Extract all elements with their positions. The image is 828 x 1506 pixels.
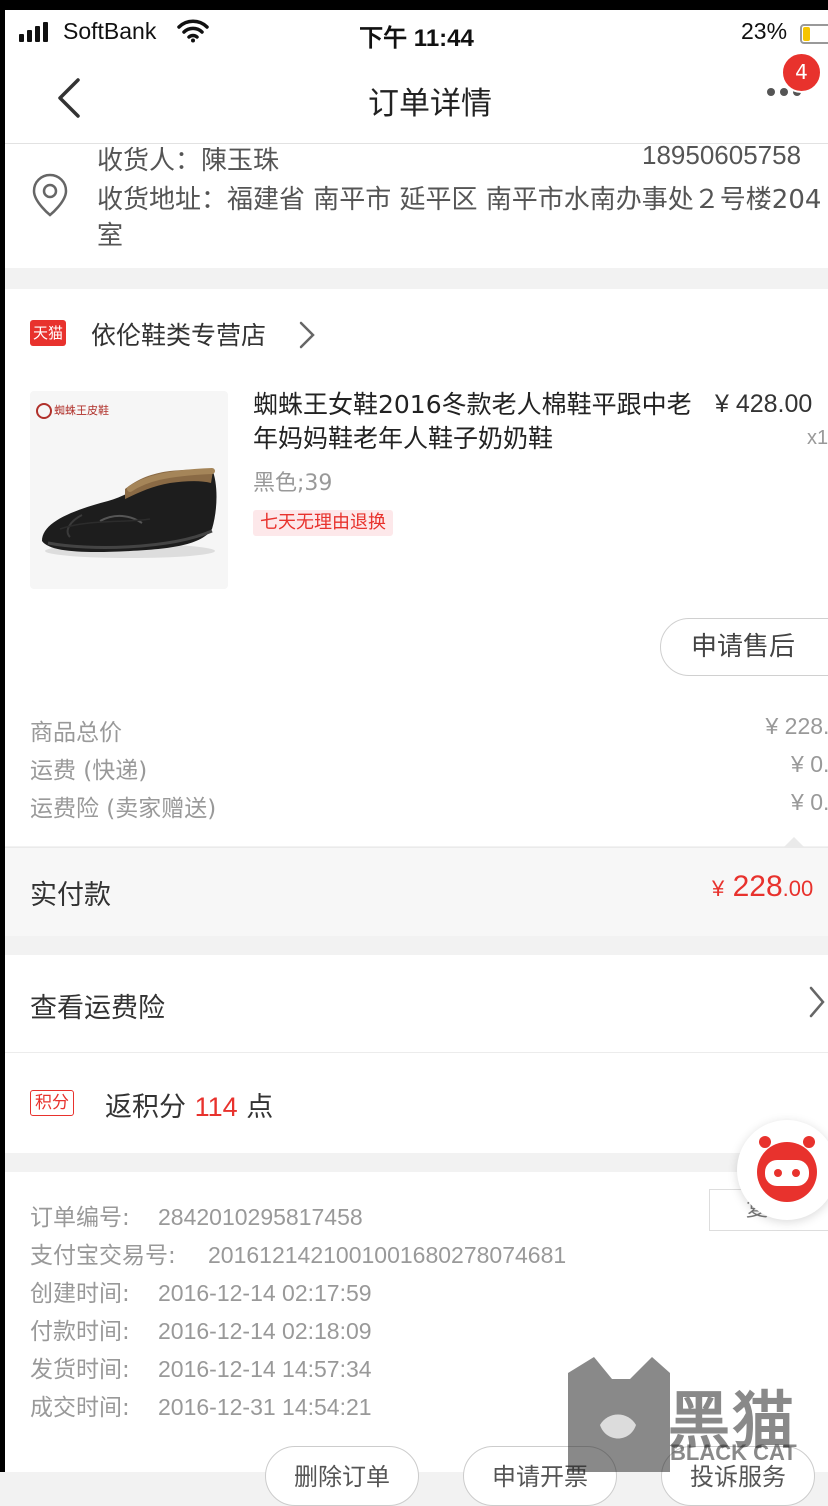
paid-amount: ¥ 228.00 [712,870,813,904]
points-text: 返积分 114 点 [105,1085,273,1124]
shipping-insurance-row[interactable]: 查看运费险 [5,955,828,1053]
tmall-icon: 天猫 [30,320,66,346]
points-badge: 积分 [30,1090,74,1116]
page-title: 订单详情 [368,86,492,122]
product-sku: 黑色;39 [253,471,333,496]
paid-amount-row: 实付款 ¥ 228.00 [5,847,828,936]
info-value: 2016-12-14 02:18:09 [158,1318,372,1344]
points-suffix: 点 [246,1092,274,1123]
after-sale-button[interactable]: 申请售后 [660,618,828,676]
info-value: 2842010295817458 [158,1204,363,1230]
return-policy-tag: 七天无理由退换 [253,510,393,536]
fee-value: ¥ 0.00 [791,789,828,815]
info-value: 2016-12-14 14:57:34 [158,1356,372,1382]
chevron-right-icon[interactable] [298,320,316,354]
paid-currency: ¥ [712,876,725,901]
status-bar: SoftBank 下午 11:44 23% [5,10,828,54]
info-value: 2016-12-14 02:17:59 [158,1280,372,1306]
info-row-order-number: 订单编号: 2842010295817458 [30,1198,730,1232]
paid-amount-integer: 228 [732,870,783,903]
caret-up-icon [784,837,804,847]
fee-value: ¥ 228.00 [765,713,828,739]
fee-label: 运费险 (卖家赠送) [30,796,217,822]
product-title[interactable]: 蜘蛛王女鞋2016冬款老人棉鞋平跟中老年妈妈鞋老年人鞋子奶奶鞋 [253,388,709,456]
screen-left-edge [0,0,5,1472]
chevron-right-icon [808,985,826,1023]
assistant-robot-icon [757,1136,817,1202]
battery-icon [800,24,828,44]
info-row-paid: 付款时间: 2016-12-14 02:18:09 [30,1312,730,1346]
info-label: 付款时间: [30,1319,130,1345]
location-pin-icon [31,172,69,222]
points-prefix: 返积分 [105,1092,186,1123]
cat-logo-icon [568,1357,670,1472]
fee-label: 运费 (快递) [30,758,148,784]
clock: 下午 11:44 [359,25,474,52]
fee-value: ¥ 0.00 [791,751,828,777]
screen-top-edge [0,0,828,10]
shoe-icon [42,468,217,558]
battery-percent: 23% [741,18,788,44]
info-label: 订单编号: [30,1205,130,1231]
points-row: 积分 返积分 114 点 [5,1053,828,1153]
info-label: 成交时间: [30,1395,130,1421]
assistant-float-button[interactable] [737,1120,828,1220]
insurance-label: 查看运费险 [30,993,165,1024]
info-row-created: 创建时间: 2016-12-14 02:17:59 [30,1274,730,1308]
info-value: 2016121421001001680278074681 [208,1242,567,1268]
info-value: 2016-12-31 14:54:21 [158,1394,372,1420]
receiver-address: 收货地址：福建省 南平市 延平区 南平市水南办事处２号楼204室 [97,185,822,251]
product-price: ¥ 428.00 [715,390,813,418]
watermark-subtext: BLACK CAT [670,1440,797,1465]
shipping-address: 收货人：陳玉珠 18950605758 收货地址：福建省 南平市 延平区 南平市… [5,140,828,268]
fee-row: 运费险 (卖家赠送) ¥ 0.00 [30,789,828,825]
notification-badge: 4 [781,52,822,93]
info-label: 支付宝交易号: [30,1243,176,1269]
shop-name[interactable]: 依伦鞋类专营店 [91,316,266,352]
fee-row: 商品总价 ¥ 228.00 [30,713,828,749]
fee-label: 商品总价 [30,720,122,746]
receiver-name: 收货人：陳玉珠 [97,146,280,176]
info-row-alipay-number: 支付宝交易号: 2016121421001001680278074681 [30,1236,730,1270]
fee-row: 运费 (快递) ¥ 0.00 [30,751,828,787]
product-image[interactable]: 蜘蛛王皮鞋 [30,391,228,589]
paid-amount-decimal: .00 [782,876,814,901]
points-value: 114 [194,1092,238,1122]
delete-order-button[interactable]: 删除订单 [265,1446,419,1506]
navigation-bar: 订单详情 4 [5,52,828,144]
info-label: 发货时间: [30,1357,130,1383]
receiver-phone: 18950605758 [642,140,802,170]
info-label: 创建时间: [30,1281,130,1307]
paid-label: 实付款 [30,880,111,911]
product-quantity: x1 [807,427,828,449]
order-item-card: 天猫 依伦鞋类专营店 蜘蛛王皮鞋 蜘蛛王女鞋2016冬款老人棉鞋平跟中老年妈妈鞋… [5,289,828,847]
